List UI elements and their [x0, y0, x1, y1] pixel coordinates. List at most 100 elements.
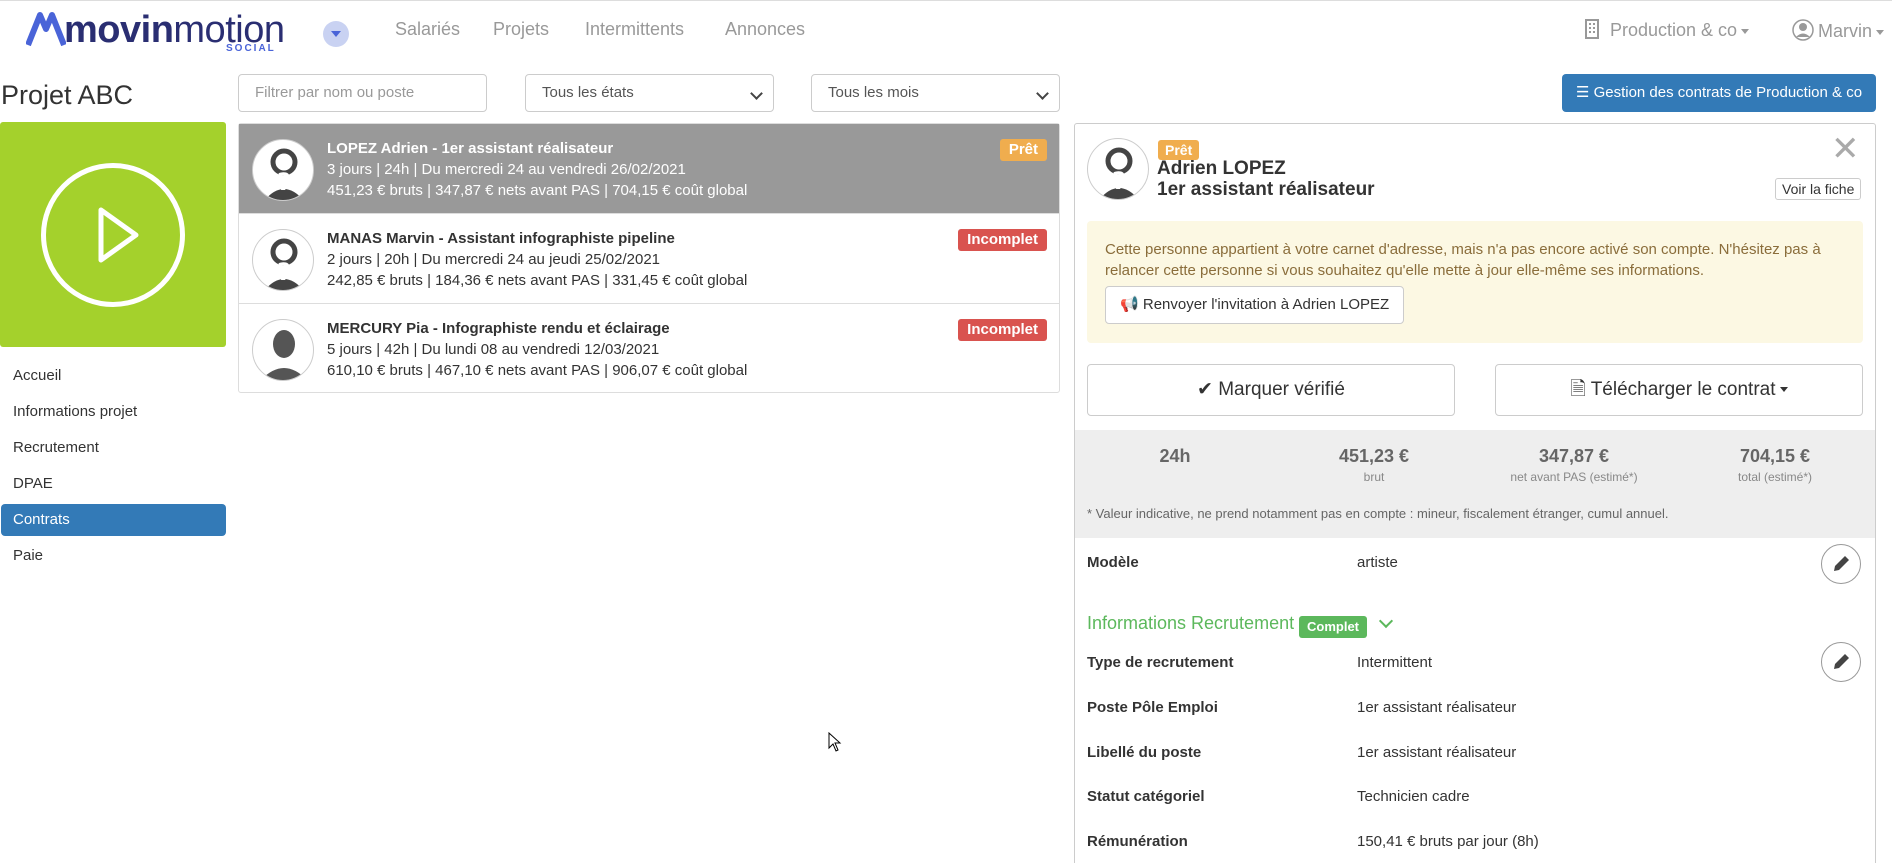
contract-title: MANAS Marvin - Assistant infographiste p… [327, 230, 675, 247]
employee-role: 1er assistant réalisateur [1157, 179, 1375, 200]
field-value-type-recrutement: Intermittent [1357, 654, 1433, 671]
project-thumbnail[interactable] [0, 122, 226, 347]
movinmotion-logo[interactable]: movinmotion SOCIAL [26, 7, 286, 55]
unknown-person-avatar-icon: ? [252, 139, 314, 201]
view-profile-button[interactable]: Voir la fiche [1775, 178, 1862, 200]
resend-invitation-button[interactable]: 📢 Renvoyer l'invitation à Adrien LOPEZ [1105, 286, 1405, 324]
field-label-statut-categoriel: Statut catégoriel [1087, 788, 1205, 805]
stat-hours: 24h [1159, 446, 1191, 466]
field-value-remuneration: 150,41 € bruts par jour (8h) [1357, 833, 1539, 850]
nav-intermittents[interactable]: Intermittents [585, 19, 684, 40]
unknown-person-avatar-icon: ? [1087, 138, 1149, 200]
state-select-value: Tous les états [542, 84, 634, 101]
stat-gross: 451,23 € brut [1338, 446, 1410, 484]
svg-text:?: ? [277, 168, 291, 196]
search-input[interactable]: Filtrer par nom ou poste [238, 74, 487, 112]
sidebar-item-contrats[interactable]: Contrats [1, 504, 226, 536]
contract-row[interactable]: MERCURY Pia - Infographiste rendu et écl… [239, 304, 1059, 394]
logo-tagline: SOCIAL [226, 43, 276, 54]
list-icon: ☰ [1575, 84, 1590, 101]
building-icon [1585, 19, 1599, 39]
field-label-modele: Modèle [1087, 554, 1139, 571]
contract-amounts: 610,10 € bruts | 467,10 € nets avant PAS… [327, 362, 748, 379]
sidebar-item-accueil[interactable]: Accueil [1, 360, 226, 392]
recruitment-section-title[interactable]: Informations Recrutement [1087, 613, 1294, 634]
svg-text:?: ? [1112, 167, 1126, 195]
contract-stats: 24h 451,23 € brut 347,87 € net avant PAS (… [1075, 430, 1875, 538]
top-navbar: movinmotion SOCIAL Salariés Projets Inte… [0, 0, 1892, 60]
field-label-remuneration: Rémunération [1087, 833, 1188, 850]
check-icon: ✔ [1197, 379, 1213, 400]
field-value-libelle-poste: 1er assistant réalisateur [1357, 744, 1517, 761]
field-label-type-recrutement: Type de recrutement [1087, 654, 1234, 671]
unknown-person-avatar-icon: ? [252, 229, 314, 291]
contract-row[interactable]: ? LOPEZ Adrien - 1er assistant réalisate… [239, 124, 1059, 214]
megaphone-icon: 📢 [1120, 296, 1139, 313]
chevron-down-icon [1036, 87, 1049, 100]
contract-detail-panel: ? Prêt Adrien LOPEZ 1er assistant réalis… [1074, 123, 1876, 863]
nav-projets[interactable]: Projets [493, 19, 549, 40]
field-label-poste-pole-emploi: Poste Pôle Emploi [1087, 699, 1218, 716]
file-icon: 🗎 [1570, 379, 1586, 400]
app-switcher-dropdown[interactable] [323, 21, 349, 47]
stat-net: 347,87 € net avant PAS (estimé*) [1510, 446, 1638, 484]
month-select-value: Tous les mois [828, 84, 919, 101]
status-badge: Prêt [999, 139, 1047, 161]
contract-row[interactable]: ? MANAS Marvin - Assistant infographiste… [239, 214, 1059, 304]
mouse-cursor-icon [828, 732, 842, 752]
field-value-statut-categoriel: Technicien cadre [1357, 788, 1470, 805]
company-name: Production & co [1610, 20, 1738, 40]
month-select[interactable]: Tous les mois [811, 74, 1060, 112]
chevron-down-icon [750, 87, 763, 100]
manage-contracts-label: Gestion des contrats de Production & co [1593, 84, 1863, 101]
status-badge: Prêt [1158, 140, 1200, 160]
manage-contracts-button[interactable]: ☰ Gestion des contrats de Production & c… [1562, 74, 1876, 112]
download-contract-label: Télécharger le contrat [1590, 379, 1776, 400]
chevron-down-icon [1876, 29, 1885, 35]
sidebar-item-dpae[interactable]: DPAE [1, 468, 226, 500]
state-select[interactable]: Tous les états [525, 74, 774, 112]
field-value-modele: artiste [1357, 554, 1398, 571]
edit-pencil-icon[interactable] [1821, 642, 1861, 682]
resend-invitation-label: Renvoyer l'invitation à Adrien LOPEZ [1142, 296, 1390, 313]
field-label-libelle-poste: Libellé du poste [1087, 744, 1202, 761]
chevron-down-icon[interactable] [1378, 613, 1394, 629]
alert-text: Cette personne appartient à votre carnet… [1105, 241, 1821, 279]
contract-schedule: 3 jours | 24h | Du mercredi 24 au vendre… [327, 161, 686, 178]
user-menu[interactable]: Marvin [1792, 19, 1885, 42]
chevron-down-icon [1741, 28, 1750, 34]
stats-disclaimer: * Valeur indicative, ne prend notamment … [1087, 506, 1669, 521]
contract-list: ? LOPEZ Adrien - 1er assistant réalisate… [238, 123, 1060, 393]
chevron-down-icon [1779, 387, 1788, 393]
download-contract-button[interactable]: 🗎 Télécharger le contrat [1495, 364, 1863, 416]
mark-verified-button[interactable]: ✔ Marquer vérifié [1087, 364, 1455, 416]
contract-schedule: 2 jours | 20h | Du mercredi 24 au jeudi … [327, 251, 661, 268]
contract-amounts: 451,23 € bruts | 347,87 € nets avant PAS… [327, 182, 748, 199]
play-icon [41, 163, 185, 307]
mark-verified-label: Marquer vérifié [1218, 379, 1345, 400]
status-badge: Incomplet [958, 319, 1047, 341]
nav-salaries[interactable]: Salariés [395, 19, 460, 40]
field-value-poste-pole-emploi: 1er assistant réalisateur [1357, 699, 1517, 716]
user-name: Marvin [1818, 21, 1873, 41]
contract-schedule: 5 jours | 42h | Du lundi 08 au vendredi … [327, 341, 660, 358]
company-menu[interactable]: Production & co [1584, 19, 1750, 41]
edit-pencil-icon[interactable] [1821, 544, 1861, 584]
contract-amounts: 242,85 € bruts | 184,36 € nets avant PAS… [327, 272, 748, 289]
employee-name: Adrien LOPEZ [1157, 158, 1286, 179]
contract-title: LOPEZ Adrien - 1er assistant réalisateur [327, 140, 614, 157]
person-avatar-icon [252, 319, 314, 381]
sidebar-item-paie[interactable]: Paie [1, 540, 226, 572]
user-avatar-icon [1792, 19, 1814, 41]
svg-text:?: ? [277, 258, 291, 286]
status-badge: Incomplet [958, 229, 1047, 251]
stat-total: 704,15 € total (estimé*) [1737, 446, 1813, 484]
contract-title: MERCURY Pia - Infographiste rendu et écl… [327, 320, 670, 337]
nav-annonces[interactable]: Annonces [725, 19, 805, 40]
project-title: Projet ABC [1, 80, 134, 110]
account-not-activated-alert: Cette personne appartient à votre carnet… [1087, 221, 1863, 343]
sidebar-item-recrutement[interactable]: Recrutement [1, 432, 226, 464]
section-status-badge: Complet [1299, 616, 1367, 638]
sidebar-item-informations-projet[interactable]: Informations projet [1, 396, 226, 428]
close-icon[interactable]: ✕ [1831, 132, 1860, 166]
